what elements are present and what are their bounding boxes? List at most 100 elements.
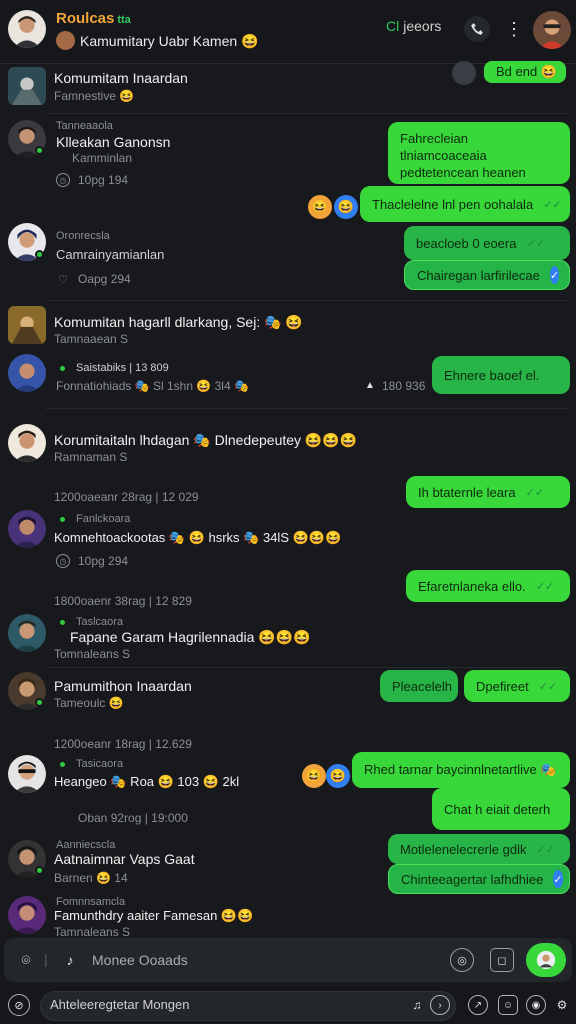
row-avatar[interactable]	[8, 510, 46, 548]
contact-avatar[interactable]	[533, 11, 571, 49]
row-name[interactable]: Fapane Garam Hagrilennadia 😆😆😆	[70, 629, 311, 646]
row-meta: Barnen 😆 14	[54, 871, 128, 885]
app-title-badge: tta	[117, 14, 131, 26]
phone-icon[interactable]	[464, 16, 490, 42]
row-meta: Tomnaleans S	[54, 647, 131, 661]
message-text: Chinteeagertar lafhdhiee	[401, 871, 544, 887]
message-text: beacloeb 0 eoera	[416, 235, 517, 251]
message-bubble[interactable]: Ih btaternle leara ✓✓	[406, 476, 570, 508]
row-meta: Ramnaman S	[54, 450, 128, 464]
row-avatar[interactable]	[8, 306, 46, 344]
message-text: Ih btaternle leara	[418, 484, 516, 500]
voice-icon[interactable]: ♪	[58, 948, 82, 972]
row-avatar[interactable]	[8, 896, 46, 934]
row-meta: Tameoulc 😆	[54, 696, 124, 710]
bottom-search-text: Ahteleeregtetar Mongen	[50, 997, 190, 1012]
message-text: Dpefireet	[476, 678, 529, 694]
row-name[interactable]: Famunthdry aaiter Famesan 😆😆	[54, 908, 253, 924]
row-meta: Tamnaaean S	[54, 332, 129, 346]
divider	[46, 300, 568, 301]
camera-icon[interactable]: ◻	[490, 948, 514, 972]
message-input[interactable]: Monee Ooaads	[92, 952, 188, 968]
row-meta: Famnestive 😆	[54, 89, 135, 103]
row-top-label: Saistabiks | 13 809	[76, 362, 169, 374]
row-top-label: Fomnnsamcla	[56, 896, 126, 908]
emoji-icon[interactable]: ☺	[498, 995, 518, 1015]
row-name[interactable]: Klleakan Ganonsn	[56, 134, 170, 150]
row-meta: Kamminlan	[72, 151, 133, 165]
message-bubble[interactable]: Bd end 😆	[484, 61, 566, 83]
message-text: Fahrecleian tlniamcoaceaia pedtetencean …	[400, 131, 526, 180]
row-top-label: Tasicaora	[76, 758, 124, 770]
message-bubble[interactable]: Efaretnlaneka ello. ✓✓	[406, 570, 570, 602]
message-bubble[interactable]: beacloeb 0 eoera ✓✓	[404, 226, 570, 260]
heart-icon: ♡	[58, 273, 68, 286]
row-time: Oapg 294	[78, 272, 131, 286]
app-title: Roulcas tta	[56, 10, 131, 27]
row-top-label: Tanneaaola	[56, 120, 113, 132]
row-side-meta: 180 936	[382, 379, 426, 393]
settings-icon[interactable]: ⚙	[552, 995, 572, 1015]
date-separator: 1800oaenr 38rag | 12 829	[54, 594, 192, 608]
message-text: Chat h eiait deterh	[444, 801, 551, 817]
row-name[interactable]: Heangeo 🎭 Roa 😆 103 😆 2kl	[54, 774, 239, 790]
clock-icon: ◷	[56, 173, 70, 187]
reaction-avatar	[452, 61, 476, 85]
go-icon[interactable]: ›	[430, 995, 450, 1015]
row-meta: Tamnaleans S	[54, 925, 131, 939]
online-indicator	[58, 618, 67, 627]
mic-icon[interactable]: ♫	[408, 995, 426, 1015]
row-name[interactable]: Komumitam Inaardan	[54, 70, 188, 86]
header-search[interactable]: Cl jeeors	[386, 18, 441, 34]
profile-avatar[interactable]	[8, 10, 46, 48]
online-indicator	[58, 515, 67, 524]
row-avatar[interactable]	[8, 354, 46, 392]
compass-icon[interactable]: ⊘	[8, 994, 30, 1016]
row-avatar[interactable]	[8, 67, 46, 105]
message-bubble[interactable]: Fahrecleian tlniamcoaceaia pedtetencean …	[388, 122, 570, 184]
share-icon[interactable]: ↗	[468, 995, 488, 1015]
date-separator: 1200oaeanr 28rag | 12 029	[54, 490, 199, 504]
check-badge-icon: ✓	[549, 266, 560, 284]
message-text: Rhed tarnar baycinnlnetartlive 🎭	[364, 762, 557, 777]
row-name[interactable]: Aatnaimnar Vaps Gaat	[54, 851, 195, 867]
row-name[interactable]: Komnehtoackootas 🎭 😆 hsrks 🎭 34lS 😆😆😆	[54, 530, 341, 546]
row-name[interactable]: Camrainyamianlan	[56, 247, 164, 262]
camera-icon[interactable]: ◉	[526, 995, 546, 1015]
message-bubble[interactable]: Motlelenelecrerle gdlk ✓✓	[388, 834, 570, 864]
message-text: Bd end 😆	[496, 64, 558, 79]
row-avatar[interactable]	[8, 614, 46, 652]
message-bubble[interactable]: Ehnere baoef el.	[432, 356, 570, 394]
more-vertical-icon[interactable]: ⋮	[505, 16, 523, 42]
message-bubble[interactable]: Pleacelelh	[380, 670, 458, 702]
divider	[46, 113, 568, 114]
date-separator: 1200oeanr 18rag | 12.629	[54, 737, 192, 751]
message-bubble[interactable]: Chairegan larfirilecae ✓	[404, 260, 570, 290]
row-name[interactable]: Pamumithon Inaardan	[54, 678, 192, 694]
online-indicator	[58, 364, 67, 373]
reaction-emoji: 😆	[302, 764, 326, 788]
send-button[interactable]	[526, 943, 566, 977]
message-bubble[interactable]: Dpefireet ✓✓	[464, 670, 570, 702]
sticker-icon[interactable]: ◎	[450, 948, 474, 972]
message-composer	[4, 938, 572, 982]
reaction-emoji: 😆	[308, 195, 332, 219]
row-avatar[interactable]	[8, 755, 46, 793]
chat-mini-avatar	[56, 31, 75, 50]
read-tick-icon: ✓✓	[525, 486, 545, 499]
message-bubble[interactable]: Chinteeagertar lafhdhiee ✓	[388, 864, 570, 894]
row-top-label: Aanniecscla	[56, 839, 116, 851]
message-bubble[interactable]: Thaclelelne lnl pen oohalala ✓✓	[360, 186, 570, 222]
chat-title: Kamumitary Uabr Kamen 😆	[80, 33, 259, 49]
row-avatar[interactable]	[8, 424, 46, 462]
message-bubble[interactable]: Chat h eiait deterh	[432, 788, 570, 830]
read-tick-icon: ✓✓	[526, 237, 545, 250]
row-name[interactable]: Komumitan hagarll dlarkang, Sej: 🎭 😆	[54, 314, 303, 331]
message-text: Chairegan larfirilecae	[417, 267, 540, 283]
attach-icon[interactable]: ⌾	[14, 948, 38, 972]
row-top-label: Oronrecsla	[56, 230, 110, 242]
row-time: 10pg 294	[78, 554, 129, 568]
message-text: Ehnere baoef el.	[444, 367, 540, 383]
row-name[interactable]: Korumitaitaln lhdagan 🎭 Dlnedepeutey 😆😆😆	[54, 432, 357, 449]
message-bubble[interactable]: Rhed tarnar baycinnlnetartlive 🎭	[352, 752, 570, 788]
